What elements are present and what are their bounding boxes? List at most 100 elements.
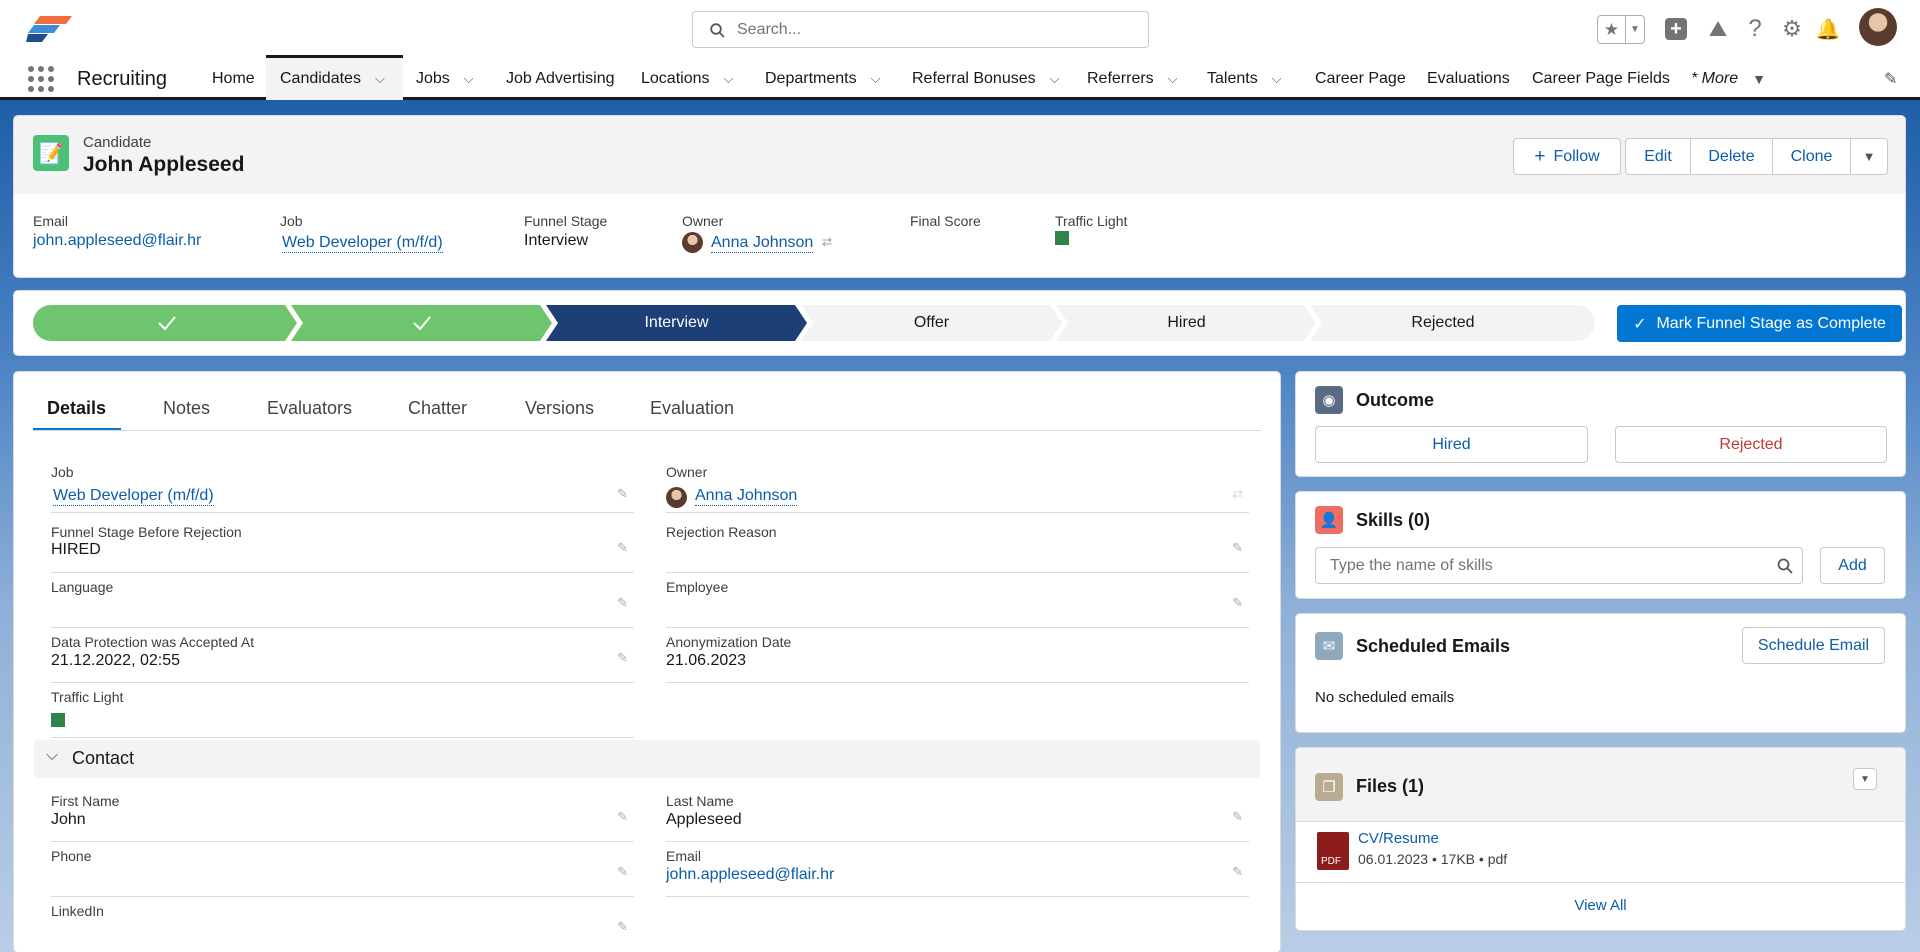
nav-item-job-advertising[interactable]: Job Advertising — [492, 58, 629, 100]
user-avatar[interactable] — [1859, 8, 1897, 46]
notifications-bell-icon[interactable]: 🔔 — [1814, 15, 1842, 43]
caret-down-icon[interactable]: ▼ — [1752, 71, 1766, 87]
tab-chatter[interactable]: Chatter — [408, 398, 467, 419]
field-last-name: Last Name Appleseed ✎ — [666, 787, 1249, 842]
favorites-button[interactable]: ★ ▼ — [1597, 15, 1645, 44]
chevron-down-icon[interactable]: ⌵ — [375, 71, 385, 87]
chevron-down-icon[interactable]: ⌵ — [46, 747, 58, 765]
field-employee: Employee ✎ — [666, 573, 1249, 628]
edit-pencil-icon[interactable]: ✎ — [617, 650, 628, 666]
edit-pencil-icon[interactable]: ✎ — [1232, 864, 1243, 880]
edit-pencil-icon[interactable]: ✎ — [1232, 809, 1243, 825]
edit-pencil-icon[interactable]: ✎ — [617, 864, 628, 880]
job-link[interactable]: Web Developer (m/f/d) — [53, 487, 214, 506]
path-step-label-hired[interactable]: Hired — [1062, 305, 1311, 341]
global-search-input[interactable]: Search... — [692, 11, 1149, 48]
field-phone: Phone ✎ — [51, 842, 634, 897]
field-data-protection-accepted: Data Protection was Accepted At 21.12.20… — [51, 628, 634, 683]
nav-item-departments[interactable]: Departments ⌵ — [751, 58, 894, 100]
trailhead-icon[interactable]: ⛰ — [1704, 15, 1732, 43]
edit-pencil-icon[interactable]: ✎ — [617, 595, 628, 611]
path-step-1[interactable] — [33, 305, 297, 341]
field-rejection-reason: Rejection Reason ✎ — [666, 518, 1249, 573]
file-meta: 06.01.2023 • 17KB • pdf — [1358, 851, 1508, 867]
chevron-down-icon[interactable]: ⌵ — [1168, 71, 1178, 87]
chevron-down-icon[interactable]: ⌵ — [871, 71, 881, 87]
hl-job-link[interactable]: Web Developer (m/f/d) — [282, 234, 443, 253]
hl-owner-link[interactable]: Anna Johnson — [711, 234, 814, 253]
nav-item-career-page[interactable]: Career Page — [1301, 58, 1420, 100]
schedule-email-button[interactable]: Schedule Email — [1742, 627, 1885, 664]
pdf-file-icon: PDF — [1317, 832, 1349, 870]
tab-evaluators[interactable]: Evaluators — [267, 398, 352, 419]
chevron-down-icon[interactable]: ⌵ — [1272, 71, 1282, 87]
email-link[interactable]: john.appleseed@flair.hr — [666, 866, 834, 884]
chevron-down-icon[interactable]: ⌵ — [724, 71, 734, 87]
search-icon[interactable] — [1777, 558, 1793, 574]
candidate-record-icon: 📝 — [33, 135, 69, 171]
tab-details[interactable]: Details — [47, 398, 106, 419]
setup-gear-icon[interactable]: ⚙ — [1778, 15, 1806, 43]
path-step-label-rejected[interactable]: Rejected — [1316, 305, 1570, 341]
tab-notes[interactable]: Notes — [163, 398, 210, 419]
edit-pencil-icon[interactable]: ✎ — [617, 486, 628, 502]
nav-item-referral-bonuses[interactable]: Referral Bonuses ⌵ — [898, 58, 1073, 100]
clone-button[interactable]: Clone — [1772, 138, 1851, 175]
nav-item-talents[interactable]: Talents ⌵ — [1193, 58, 1296, 100]
nav-item-jobs[interactable]: Jobs ⌵ — [402, 58, 488, 100]
view-all-files-link[interactable]: View All — [1296, 897, 1905, 914]
add-icon[interactable]: + — [1662, 15, 1690, 43]
change-owner-icon[interactable]: ⇄ — [1232, 486, 1243, 502]
edit-pencil-icon[interactable]: ✎ — [1232, 595, 1243, 611]
nav-item-locations[interactable]: Locations ⌵ — [627, 58, 747, 100]
tab-versions[interactable]: Versions — [525, 398, 594, 419]
hl-final-score-label: Final Score — [910, 213, 981, 229]
field-email: Email john.appleseed@flair.hr ✎ — [666, 842, 1249, 897]
mark-stage-complete-button[interactable]: ✓ Mark Funnel Stage as Complete — [1617, 305, 1902, 342]
hl-stage-label: Funnel Stage — [524, 213, 608, 229]
nav-item-home[interactable]: Home — [198, 58, 269, 100]
app-launcher-icon[interactable] — [28, 66, 54, 92]
global-header: Search... ★ ▼ + ⛰ ? ⚙ 🔔 — [0, 0, 1920, 58]
nav-item-referrers[interactable]: Referrers ⌵ — [1073, 58, 1192, 100]
outcome-card: ◉ Outcome Hired Rejected — [1296, 372, 1905, 476]
edit-button[interactable]: Edit — [1625, 138, 1691, 175]
outcome-hired-button[interactable]: Hired — [1315, 426, 1588, 463]
app-nav-bar: Recruiting Home Candidates ⌵ Jobs ⌵ Job Ad… — [0, 55, 1920, 100]
nav-item-more[interactable]: * More ▼ — [1677, 58, 1780, 100]
help-icon[interactable]: ? — [1741, 15, 1769, 43]
files-title: Files (1) — [1356, 776, 1425, 796]
tab-evaluation[interactable]: Evaluation — [650, 398, 734, 419]
favorites-dropdown-icon[interactable]: ▼ — [1626, 16, 1644, 43]
nav-item-candidates[interactable]: Candidates ⌵ — [266, 55, 403, 100]
more-actions-dropdown-icon[interactable]: ▼ — [1850, 138, 1888, 175]
edit-pencil-icon[interactable]: ✎ — [1232, 540, 1243, 556]
files-menu-dropdown-icon[interactable]: ▼ — [1853, 768, 1877, 790]
skills-search-input[interactable]: Type the name of skills — [1315, 547, 1803, 584]
edit-pencil-icon[interactable]: ✎ — [617, 809, 628, 825]
delete-button[interactable]: Delete — [1690, 138, 1773, 175]
path-step-2[interactable] — [291, 305, 552, 341]
outcome-icon: ◉ — [1315, 386, 1343, 414]
change-owner-icon[interactable]: ⇄ — [822, 235, 832, 249]
nav-item-evaluations[interactable]: Evaluations — [1413, 58, 1524, 100]
hl-email-link[interactable]: john.appleseed@flair.hr — [33, 232, 201, 250]
scheduled-emails-icon: ✉ — [1315, 632, 1343, 660]
edit-nav-pencil-icon[interactable]: ✎ — [1884, 69, 1897, 89]
add-skill-button[interactable]: Add — [1820, 547, 1885, 584]
nav-item-career-page-fields[interactable]: Career Page Fields — [1518, 58, 1684, 100]
outcome-rejected-button[interactable]: Rejected — [1615, 426, 1887, 463]
chevron-down-icon[interactable]: ⌵ — [1050, 71, 1060, 87]
app-logo[interactable] — [26, 14, 74, 44]
edit-pencil-icon[interactable]: ✎ — [617, 919, 628, 935]
path-step-label-interview[interactable]: Interview — [552, 305, 801, 341]
path-step-label-offer[interactable]: Offer — [807, 305, 1056, 341]
file-name-link[interactable]: CV/Resume — [1358, 830, 1439, 847]
favorites-star-icon[interactable]: ★ — [1598, 16, 1626, 43]
follow-button[interactable]: + Follow — [1513, 138, 1621, 175]
owner-link[interactable]: Anna Johnson — [695, 487, 798, 506]
files-card: ❐ Files (1) ▼ PDF CV/Resume 06.01.2023 •… — [1296, 748, 1905, 930]
contact-section-header[interactable]: ⌵ Contact — [34, 740, 1260, 778]
edit-pencil-icon[interactable]: ✎ — [617, 540, 628, 556]
chevron-down-icon[interactable]: ⌵ — [464, 71, 474, 87]
